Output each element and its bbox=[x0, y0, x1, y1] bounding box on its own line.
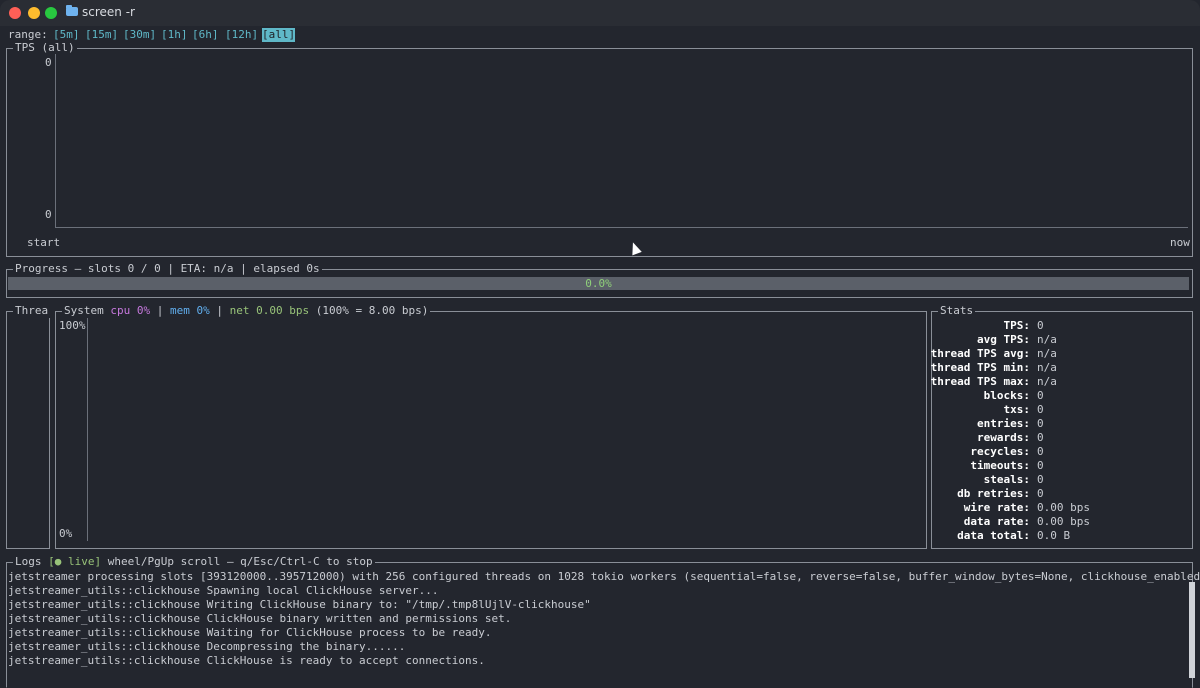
stat-value: n/a bbox=[1037, 375, 1057, 388]
logs-scrollbar-thumb[interactable] bbox=[1189, 582, 1195, 678]
range-option-12h[interactable]: [12h] bbox=[225, 28, 258, 42]
stat-key: steals: bbox=[983, 473, 1030, 486]
tps-x-axis-start-label: start bbox=[27, 236, 61, 249]
system-title-label: System bbox=[64, 304, 104, 317]
range-label: range: bbox=[8, 28, 48, 41]
zoom-window-button[interactable] bbox=[45, 7, 57, 19]
tps-y-axis-top-label: 0 bbox=[45, 56, 52, 69]
stat-key: thread TPS max: bbox=[930, 375, 1030, 388]
range-option-1h[interactable]: [1h] bbox=[161, 28, 188, 42]
stat-key: recycles: bbox=[970, 445, 1030, 458]
stat-key: avg TPS: bbox=[977, 333, 1030, 346]
folder-icon bbox=[66, 5, 78, 16]
stat-key: TPS: bbox=[1003, 319, 1031, 332]
stat-value: 0 bbox=[1037, 473, 1044, 486]
separator: | bbox=[156, 304, 164, 317]
range-option-30m[interactable]: [30m] bbox=[123, 28, 156, 42]
stat-value: n/a bbox=[1037, 347, 1057, 360]
system-y-axis bbox=[87, 318, 88, 541]
stat-key: txs: bbox=[1003, 403, 1031, 416]
threads-panel: Threa bbox=[6, 304, 51, 549]
progress-bar: 0.0% bbox=[8, 277, 1189, 290]
stat-value: 0 bbox=[1037, 403, 1044, 416]
stat-key: rewards: bbox=[977, 431, 1030, 444]
logs-hint: wheel/PgUp scroll — q/Esc/Ctrl-C to stop bbox=[107, 555, 373, 568]
cpu-usage: cpu 0% bbox=[110, 304, 151, 317]
log-line: jetstreamer processing slots [393120000.… bbox=[8, 570, 1200, 583]
stat-value: 0.0 B bbox=[1037, 529, 1071, 542]
log-line: jetstreamer_utils::clickhouse Decompress… bbox=[8, 640, 406, 653]
tps-y-axis-bottom-label: 0 bbox=[45, 208, 52, 221]
stat-value: 0 bbox=[1037, 319, 1044, 332]
stat-key: entries: bbox=[977, 417, 1030, 430]
log-line: jetstreamer_utils::clickhouse Waiting fo… bbox=[8, 626, 492, 639]
stat-key: timeouts: bbox=[970, 459, 1030, 472]
stat-value: 0 bbox=[1037, 445, 1044, 458]
stat-value: 0.00 bps bbox=[1037, 501, 1090, 514]
system-panel-title: System cpu 0% | mem 0% | net 0.00 bps (1… bbox=[62, 304, 431, 318]
net-usage: net 0.00 bps bbox=[229, 304, 310, 317]
system-y-axis-bottom-label: 0% bbox=[59, 527, 73, 540]
minimize-window-button[interactable] bbox=[28, 7, 40, 19]
log-line: jetstreamer_utils::clickhouse ClickHouse… bbox=[8, 612, 512, 625]
progress-percent: 0.0% bbox=[585, 277, 612, 290]
net-scale: (100% = 8.00 bps) bbox=[315, 304, 429, 317]
stat-value: 0 bbox=[1037, 389, 1044, 402]
mem-usage: mem 0% bbox=[170, 304, 210, 317]
range-option-15m[interactable]: [15m] bbox=[85, 28, 118, 42]
tps-x-axis-end-label: now bbox=[1170, 236, 1190, 249]
log-line: jetstreamer_utils::clickhouse ClickHouse… bbox=[8, 654, 485, 667]
window-title: screen -r bbox=[82, 5, 135, 19]
terminal-window: screen -r range: [5m] [15m] [30m] [1h] [… bbox=[0, 0, 1200, 688]
threads-panel-title: Threa bbox=[13, 304, 51, 318]
stat-value: 0.00 bps bbox=[1037, 515, 1090, 528]
stat-key: thread TPS min: bbox=[930, 361, 1030, 374]
tps-x-axis bbox=[55, 227, 1188, 228]
stat-value: 0 bbox=[1037, 417, 1044, 430]
logs-title-label: Logs bbox=[15, 555, 42, 568]
stat-value: n/a bbox=[1037, 333, 1057, 346]
tps-y-axis bbox=[55, 54, 56, 228]
range-option-5m[interactable]: [5m] bbox=[53, 28, 80, 42]
stat-value: 0 bbox=[1037, 431, 1044, 444]
stat-value: 0 bbox=[1037, 459, 1044, 472]
stat-value: n/a bbox=[1037, 361, 1057, 374]
stat-key: wire rate: bbox=[963, 501, 1030, 514]
title-bar: screen -r bbox=[0, 0, 1200, 26]
system-panel: System cpu 0% | mem 0% | net 0.00 bps (1… bbox=[55, 304, 927, 549]
tps-panel-title: TPS (all) bbox=[13, 41, 77, 55]
progress-panel-title: Progress — slots 0 / 0 | ETA: n/a | elap… bbox=[13, 262, 322, 276]
stat-key: db retries: bbox=[957, 487, 1030, 500]
range-option-all[interactable]: [all] bbox=[262, 28, 296, 42]
stat-key: thread TPS avg: bbox=[930, 347, 1030, 360]
log-line: jetstreamer_utils::clickhouse Spawning l… bbox=[8, 584, 439, 597]
stats-panel-title: Stats bbox=[938, 304, 976, 318]
stat-key: data rate: bbox=[963, 515, 1030, 528]
live-indicator: [● live] bbox=[48, 555, 102, 568]
logs-panel-title: Logs [● live] wheel/PgUp scroll — q/Esc/… bbox=[13, 555, 375, 569]
tps-panel: TPS (all) bbox=[6, 41, 1193, 257]
system-y-axis-top-label: 100% bbox=[59, 319, 86, 332]
close-window-button[interactable] bbox=[9, 7, 21, 19]
logs-scrollbar[interactable] bbox=[1189, 582, 1195, 678]
log-line: jetstreamer_utils::clickhouse Writing Cl… bbox=[8, 598, 591, 611]
separator: | bbox=[216, 304, 223, 317]
stat-key: data total: bbox=[957, 529, 1030, 542]
stat-key: blocks: bbox=[983, 389, 1030, 402]
range-option-6h[interactable]: [6h] bbox=[192, 28, 219, 42]
stat-value: 0 bbox=[1037, 487, 1044, 500]
